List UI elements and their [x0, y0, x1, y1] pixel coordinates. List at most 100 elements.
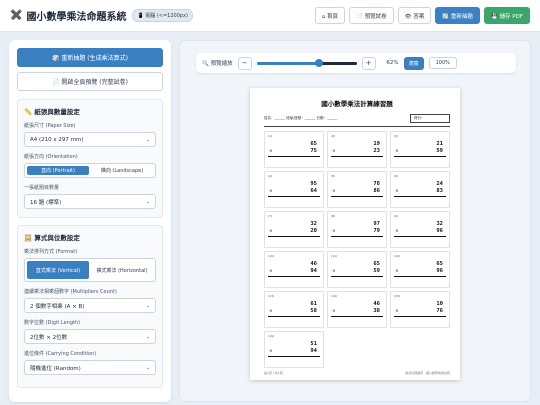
multiplicand: 97 — [373, 221, 380, 227]
answer-line — [394, 316, 446, 317]
multiply-logo-icon: ✖️ — [10, 10, 23, 21]
app-title: 國小數學乘法命題系統 — [26, 12, 127, 23]
multiplier: 75 — [310, 148, 317, 154]
layout-horizontal[interactable]: 橫式乘法 (Horizontal) — [91, 261, 153, 279]
problem-cell: (8) 97 × 79 — [327, 211, 387, 248]
settings-sidebar: 🎲 重新抽題 (生成乘法算式) 📄 開啟全頁預覽 (完整試卷) 📏 紙張與數量設… — [9, 40, 171, 402]
format-settings-section: 🧮 算式與位數設定 乘法排列方式 (Format) 直式乘法 (Vertical… — [17, 225, 163, 388]
layout-label: 乘法排列方式 (Format) — [24, 249, 78, 255]
multiplicand: 46 — [310, 261, 317, 267]
multiplier: 96 — [436, 228, 443, 234]
worksheet-footer: 第1頁 / 共1頁 乘法計算練習 · 國小數學命題系統 — [264, 371, 450, 375]
multiply-operator: × — [269, 189, 273, 194]
full-size-button[interactable]: 100% — [428, 57, 457, 69]
carry-select[interactable]: 隨機進位 (Random) ⌄ — [24, 360, 156, 375]
answer-line — [394, 196, 446, 197]
zoom-slider-track — [318, 61, 357, 65]
fit-width-button[interactable]: 適寬 — [403, 56, 424, 70]
problem-count-select[interactable]: 16 題 (標準) ⌄ — [24, 194, 156, 209]
worksheet-info-row: 姓名：______ 班級/座號：______ 日期：______ 得分： — [264, 114, 450, 127]
multiply-operator: × — [332, 309, 336, 314]
paper-size-label: 紙張尺寸 (Paper Size) — [24, 123, 76, 129]
problem-number: (15) — [394, 294, 401, 298]
orientation-landscape[interactable]: 橫向 (Landscape) — [91, 166, 153, 175]
zoom-slider-thumb[interactable] — [314, 58, 323, 67]
problem-number: (1) — [268, 134, 273, 138]
preview-exam-button[interactable]: 📄 預覽試卷 — [348, 7, 394, 24]
zoom-out-button[interactable]: − — [237, 56, 252, 70]
regenerate-problems-button[interactable]: 🎲 重新抽題 (生成乘法算式) — [17, 48, 163, 67]
problem-cell: (9) 32 × 96 — [390, 211, 450, 248]
multiply-operator: × — [332, 269, 336, 274]
answer-line — [268, 196, 320, 197]
digits-label: 數字位數 (Digit Length) — [24, 320, 81, 326]
problem-number: (10) — [268, 254, 275, 258]
problem-number: (11) — [331, 254, 338, 258]
paper-size-value: A4 (210 x 297 mm) — [30, 136, 84, 143]
multiplicand: 65 — [310, 141, 317, 147]
save-pdf-button[interactable]: 💾 儲存 PDF — [483, 7, 530, 24]
answer-line — [268, 356, 320, 357]
multiplicand: 95 — [310, 181, 317, 187]
chevron-down-icon: ⌄ — [145, 364, 150, 371]
problem-number: (3) — [394, 134, 399, 138]
multiply-operator: × — [269, 149, 273, 154]
worksheet-page: 國小數學乘法計算練習題 姓名：______ 班級/座號：______ 日期：__… — [250, 88, 460, 380]
worksheet-title: 國小數學乘法計算練習題 — [321, 100, 393, 108]
regenerate-button[interactable]: 🔄 重新抽題 — [435, 7, 480, 24]
zoom-in-button[interactable]: + — [361, 56, 376, 70]
layout-vertical[interactable]: 直式乘法 (Vertical) — [27, 261, 89, 279]
problem-number: (5) — [331, 174, 336, 178]
problem-cell: (3) 21 × 59 — [390, 131, 450, 168]
multiply-operator: × — [332, 229, 336, 234]
zoom-slider[interactable] — [256, 58, 357, 67]
multiplicand: 21 — [436, 141, 443, 147]
answer-line — [268, 156, 320, 157]
layout-toggle: 直式乘法 (Vertical) 橫式乘法 (Horizontal) — [24, 258, 156, 282]
problem-count-label: 一張紙題目數量 — [24, 185, 60, 191]
multiplier: 23 — [373, 148, 380, 154]
problem-grid: (1) 65 × 75 (2) 19 × 23 (3) 21 × 59 (4) 95 × 64 (5) 78 × 86… — [264, 131, 450, 368]
problem-number: (16) — [268, 334, 275, 338]
multipliers-select[interactable]: 2 個數字相乘 (A × B) ⌄ — [24, 298, 156, 313]
problem-number: (7) — [268, 214, 273, 218]
multiply-operator: × — [332, 149, 336, 154]
answer-line — [394, 236, 446, 237]
multiplier: 76 — [436, 308, 443, 314]
open-full-preview-button[interactable]: 📄 開啟全頁預覽 (完整試卷) — [17, 72, 163, 91]
orientation-label: 紙張方向 (Orientation) — [24, 154, 78, 160]
multiply-operator: × — [269, 349, 273, 354]
problem-cell: (16) 51 × 94 — [264, 331, 324, 368]
answer-line — [394, 156, 446, 157]
problem-cell: (1) 65 × 75 — [264, 131, 324, 168]
home-button[interactable]: ⌂ 首頁 — [314, 7, 345, 24]
answer-line — [268, 276, 320, 277]
paper-size-select[interactable]: A4 (210 x 297 mm) ⌄ — [24, 132, 156, 147]
digits-value: 2位數 × 2位數 — [30, 334, 68, 341]
multiplicand: 32 — [436, 221, 443, 227]
problem-number: (9) — [394, 214, 399, 218]
problem-cell: (7) 32 × 20 — [264, 211, 324, 248]
answer-line — [331, 236, 383, 237]
answers-button[interactable]: 👁 答案 — [397, 7, 432, 24]
problem-cell: (5) 78 × 86 — [327, 171, 387, 208]
multiply-operator: × — [269, 229, 273, 234]
multiply-operator: × — [269, 309, 273, 314]
digits-select[interactable]: 2位數 × 2位數 ⌄ — [24, 329, 156, 344]
problem-number: (12) — [394, 254, 401, 258]
chevron-down-icon: ⌄ — [145, 136, 150, 143]
multiply-operator: × — [395, 189, 399, 194]
multiplicand: 51 — [310, 341, 317, 347]
chevron-down-icon: ⌄ — [145, 198, 150, 205]
multiplicand: 46 — [373, 301, 380, 307]
paper-settings-title: 📏 紙張與數量設定 — [24, 108, 80, 116]
paper-settings-section: 📏 紙張與數量設定 紙張尺寸 (Paper Size) A4 (210 x 29… — [17, 99, 163, 218]
multiplier: 64 — [310, 188, 317, 194]
answer-line — [268, 316, 320, 317]
multiplicand: 19 — [373, 141, 380, 147]
multiply-operator: × — [332, 189, 336, 194]
multiplier: 86 — [373, 188, 380, 194]
orientation-portrait[interactable]: 直向 (Portrait) — [27, 166, 89, 175]
problem-cell: (15) 10 × 76 — [390, 291, 450, 328]
problem-cell: (11) 65 × 59 — [327, 251, 387, 288]
